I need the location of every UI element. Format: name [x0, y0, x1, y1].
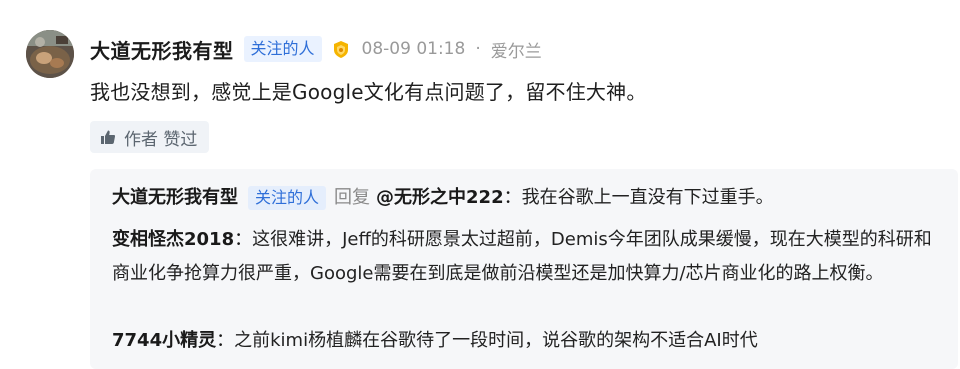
- following-badge: 关注的人: [243, 36, 322, 62]
- reply-target-user[interactable]: @无形之中222: [376, 181, 504, 215]
- comment-location: 爱尔兰: [490, 41, 542, 62]
- avatar-image: [26, 30, 74, 78]
- reply-colon: ：: [503, 187, 522, 208]
- comment-header: 大道无形我有型 关注的人 08-09 01:18 · 爱尔兰: [90, 34, 542, 64]
- reply-author[interactable]: 7744小精灵: [112, 330, 216, 351]
- avatar[interactable]: [26, 30, 74, 78]
- reply-item[interactable]: 7744小精灵：之前kimi杨植麟在谷歌待了一段时间，说谷歌的架构不适合AI时代: [112, 324, 948, 358]
- reply-action-label: 回复: [334, 187, 371, 208]
- reply-colon: ：: [216, 330, 235, 351]
- reply-text: 之前kimi杨植麟在谷歌待了一段时间，说谷歌的架构不适合AI时代: [234, 330, 758, 351]
- reply-author[interactable]: 大道无形我有型: [112, 181, 238, 215]
- gold-badge-icon: [330, 38, 352, 60]
- replies-panel: 大道无形我有型 关注的人 回复 @无形之中222 ： 我在谷歌上一直没有下过重手…: [90, 169, 958, 369]
- reply-colon: ：: [234, 229, 253, 250]
- reply-text: 我在谷歌上一直没有下过重手。: [521, 187, 774, 208]
- reply-author[interactable]: 变相怪杰2018: [112, 229, 234, 250]
- following-badge: 关注的人: [248, 186, 327, 210]
- comment-text: 我也没想到，感觉上是Google文化有点问题了，留不住大神。: [90, 80, 647, 104]
- reply-item[interactable]: 大道无形我有型 关注的人 回复 @无形之中222 ： 我在谷歌上一直没有下过重手…: [112, 181, 948, 215]
- separator-dot: ·: [475, 39, 481, 59]
- reply-item[interactable]: 变相怪杰2018：这很难讲，Jeff的科研愿景太过超前，Demis今年团队成果缓…: [112, 223, 932, 291]
- comment-author-name[interactable]: 大道无形我有型: [90, 35, 234, 64]
- thumbs-up-icon: [101, 130, 116, 144]
- author-liked-button[interactable]: 作者 赞过: [90, 121, 210, 153]
- comment-timestamp: 08-09 01:18: [361, 39, 466, 59]
- author-liked-label: 作者 赞过: [124, 129, 198, 150]
